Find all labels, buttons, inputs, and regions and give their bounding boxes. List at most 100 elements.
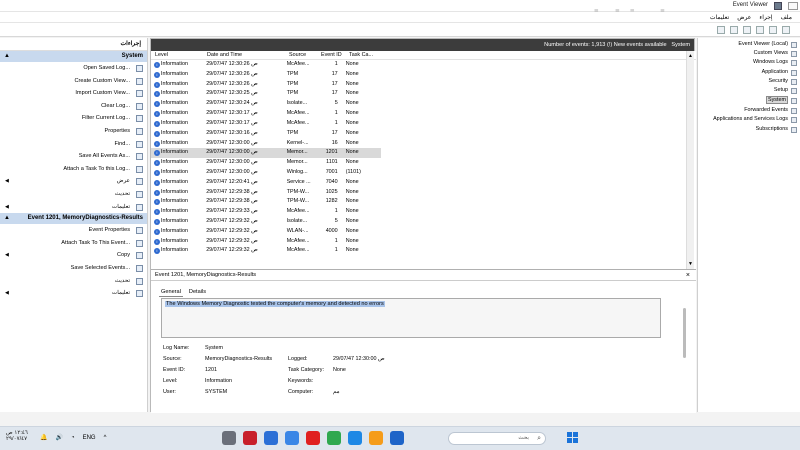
actions-section-system[interactable]: ▲ System	[0, 51, 147, 62]
table-row[interactable]: i Information 29/07/47 12:30:00 ص Memor... 1…	[151, 158, 381, 168]
action-copy[interactable]: ◀ Copy	[0, 249, 147, 262]
actions-section-event[interactable]: ▲ Event 1201, MemoryDiagnostics-Results	[0, 213, 147, 225]
back-icon[interactable]	[782, 26, 790, 34]
action-clear-log[interactable]: Clear Log...	[0, 100, 147, 113]
tree-node-event-viewer-local[interactable]: Event Viewer (Local)	[738, 40, 800, 49]
red-app-icon[interactable]	[306, 431, 320, 445]
action-open-saved-log[interactable]: Open Saved Log...	[0, 62, 147, 75]
tree-node-application[interactable]: Application	[762, 68, 800, 77]
detail-scrollbar[interactable]	[683, 308, 686, 358]
tree-node-windows-logs[interactable]: Windows Logs	[753, 58, 800, 67]
table-row[interactable]: i Information 29/07/47 12:30:00 ص Memor... 1…	[151, 148, 381, 159]
tree-node-applications-and-services-logs[interactable]: Applications and Services Logs	[713, 115, 800, 124]
table-row[interactable]: i Information 29/07/47 12:29:38 ص TPM-W... 1…	[151, 188, 381, 198]
chrome-app-icon[interactable]	[327, 431, 341, 445]
collapse-icon[interactable]: ▲	[4, 213, 10, 224]
menu-file[interactable]: ملف	[781, 14, 792, 21]
action-save-selected-events[interactable]: Save Selected Events...	[0, 262, 147, 275]
cell-text: Information	[161, 149, 188, 156]
tree-node-forwarded-events[interactable]: Forwarded Events	[744, 106, 800, 115]
table-row[interactable]: i Information 29/07/47 12:30:17 ص McAfee...…	[151, 119, 381, 129]
clock[interactable]: ١٢:٤٦ ص ٢٩/٠٧/٤٧	[6, 430, 28, 442]
cell-date: 29/07/47 12:30:26 ص	[206, 80, 258, 87]
tree-node-system[interactable]: System	[766, 96, 800, 105]
action-item[interactable]: ◀ تعليمات	[0, 201, 147, 214]
table-row[interactable]: i Information 29/07/47 12:20:41 ص Service .…	[151, 178, 381, 188]
language-indicator[interactable]: ENG	[83, 435, 96, 441]
help-icon[interactable]	[717, 26, 725, 34]
tree-node-security[interactable]: Security	[769, 77, 800, 86]
minimize-button[interactable]	[788, 2, 798, 10]
cell-source: TPM-W...	[286, 188, 310, 195]
tree-node-custom-views[interactable]: Custom Views	[754, 49, 800, 58]
menu-action[interactable]: إجراء	[759, 14, 772, 21]
tree-node-subscriptions[interactable]: Subscriptions	[756, 125, 800, 134]
wifi-icon[interactable]: ◔	[71, 435, 75, 441]
tab-general[interactable]: General	[159, 288, 183, 297]
table-row[interactable]: i Information 29/07/47 12:30:00 ص Kernel-..…	[151, 139, 381, 149]
edge-app-icon[interactable]	[285, 431, 299, 445]
tree-node-label: Setup	[773, 87, 788, 93]
tree-node-setup[interactable]: Setup	[774, 86, 800, 95]
table-row[interactable]: i Information 29/07/47 12:30:26 ص McAfee...…	[151, 60, 381, 70]
column-source[interactable]: Source	[285, 51, 317, 59]
volume-icon[interactable]: 🔊	[55, 434, 62, 441]
table-row[interactable]: i Information 29/07/47 12:30:17 ص McAfee...…	[151, 109, 381, 119]
table-row[interactable]: i Information 29/07/47 12:29:32 ص Isolate..…	[151, 217, 381, 227]
action-event-properties[interactable]: Event Properties	[0, 224, 147, 237]
tab-details[interactable]: Details	[187, 288, 208, 297]
action-attach-a-task-to-this-log[interactable]: Attach a Task To this Log...	[0, 163, 147, 176]
table-row[interactable]: i Information 29/07/47 12:30:26 ص TPM 17 None	[151, 70, 381, 80]
table-row[interactable]: i Information 29/07/47 12:30:16 ص TPM 17 None	[151, 129, 381, 139]
chevron-up-icon[interactable]: ^	[104, 435, 107, 441]
table-row[interactable]: i Information 29/07/47 12:29:32 ص WLAN-... 4…	[151, 227, 381, 237]
properties-icon[interactable]	[730, 26, 738, 34]
help-app-icon[interactable]	[264, 431, 278, 445]
scroll-up-icon[interactable]: ▲	[688, 53, 693, 59]
table-row[interactable]: i Information 29/07/47 12:30:25 ص TPM 17 None	[151, 89, 381, 99]
action-create-custom-view[interactable]: Create Custom View...	[0, 75, 147, 88]
photos-app-icon[interactable]	[369, 431, 383, 445]
close-icon[interactable]: ×	[686, 270, 690, 281]
table-row[interactable]: i Information 29/07/47 12:30:24 ص Isolate..…	[151, 99, 381, 109]
action-find[interactable]: Find...	[0, 138, 147, 151]
action-item[interactable]: ◀ تعليمات	[0, 287, 147, 300]
action-item[interactable]: تحديث	[0, 275, 147, 288]
action-import-custom-view[interactable]: Import Custom View...	[0, 87, 147, 100]
taskbar-search[interactable]: بحث ⌕	[448, 432, 546, 445]
event-viewer-app-icon[interactable]	[222, 431, 236, 445]
table-row[interactable]: i Information 29/07/47 12:29:33 ص McAfee...…	[151, 207, 381, 217]
table-row[interactable]: i Information 29/07/47 12:29:32 ص McAfee...…	[151, 246, 381, 256]
menu-view[interactable]: عرض	[737, 14, 751, 21]
action-item[interactable]: تحديث	[0, 188, 147, 201]
console-tree-icon[interactable]	[743, 26, 751, 34]
mcafee-app-icon[interactable]	[243, 431, 257, 445]
forward-icon[interactable]	[769, 26, 777, 34]
cell-date: 29/07/47 12:30:00 ص	[206, 149, 258, 156]
info-icon: i	[154, 169, 160, 176]
events-scrollbar[interactable]: ▲ ▼	[686, 51, 694, 269]
action-filter-current-log[interactable]: Filter Current Log...	[0, 112, 147, 125]
cell-event-id: 1	[334, 237, 338, 244]
collapse-icon[interactable]: ▲	[4, 51, 10, 62]
up-icon[interactable]	[756, 26, 764, 34]
action-properties[interactable]: Properties	[0, 125, 147, 138]
column-event-id[interactable]: Event ID	[317, 51, 345, 59]
action-save-all-events-as[interactable]: Save All Events As...	[0, 150, 147, 163]
action-attach-task-to-this-event[interactable]: Attach Task To This Event...	[0, 237, 147, 250]
event-message-box[interactable]: The Windows Memory Diagnostic tested the…	[161, 298, 661, 338]
scroll-down-icon[interactable]: ▼	[688, 261, 693, 267]
table-row[interactable]: i Information 29/07/47 12:29:38 ص TPM-W... 1…	[151, 197, 381, 207]
notification-icon[interactable]: 🔔	[40, 434, 47, 441]
word-app-icon[interactable]	[348, 431, 362, 445]
table-row[interactable]: i Information 29/07/47 12:30:00 ص Winlog...…	[151, 168, 381, 178]
table-row[interactable]: i Information 29/07/47 12:29:32 ص McAfee...…	[151, 237, 381, 247]
action-item[interactable]: ◀ عرض	[0, 175, 147, 188]
explorer-app-icon[interactable]	[390, 431, 404, 445]
column-level[interactable]: Level	[151, 51, 203, 59]
menu-help[interactable]: تعليمات	[710, 14, 729, 21]
table-row[interactable]: i Information 29/07/47 12:30:26 ص TPM 17 None	[151, 80, 381, 90]
column-task-category[interactable]: Task Ca...	[345, 51, 385, 59]
start-button[interactable]	[567, 432, 579, 444]
column-date[interactable]: Date and Time	[203, 51, 285, 59]
